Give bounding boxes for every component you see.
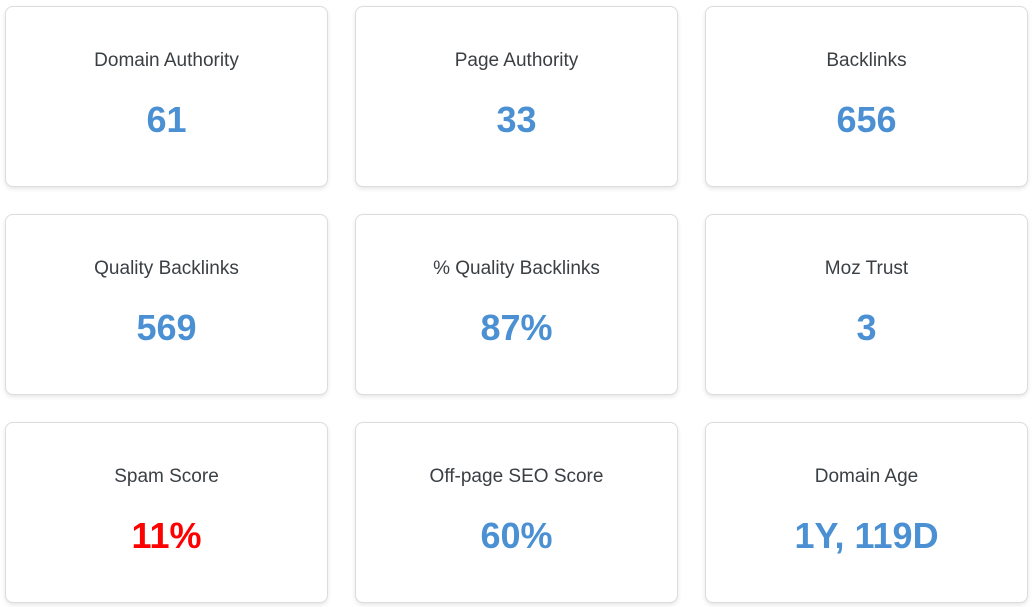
metric-label: Domain Age — [814, 466, 919, 487]
metric-value: 87% — [480, 307, 553, 348]
metric-label: Backlinks — [826, 50, 907, 71]
metric-label: Moz Trust — [824, 258, 909, 279]
metric-card-domain-authority: Domain Authority 61 — [5, 6, 328, 187]
metric-value: 569 — [136, 307, 197, 348]
metric-label: Quality Backlinks — [94, 258, 239, 279]
metric-card-domain-age: Domain Age 1Y, 119D — [705, 422, 1028, 603]
metric-card-off-page-seo-score: Off-page SEO Score 60% — [355, 422, 678, 603]
metric-card-backlinks: Backlinks 656 — [705, 6, 1028, 187]
metric-card-moz-trust: Moz Trust 3 — [705, 214, 1028, 395]
metric-value: 60% — [480, 515, 553, 556]
metric-card-spam-score: Spam Score 11% — [5, 422, 328, 603]
metric-value: 33 — [496, 99, 537, 140]
metric-value: 1Y, 119D — [794, 515, 939, 556]
metric-value: 656 — [836, 99, 897, 140]
metric-label: Spam Score — [114, 466, 219, 487]
metric-label: Page Authority — [454, 50, 579, 71]
metric-label: Domain Authority — [94, 50, 239, 71]
metric-label: Off-page SEO Score — [429, 466, 604, 487]
metric-label: % Quality Backlinks — [433, 258, 600, 279]
metric-value: 11% — [131, 515, 202, 556]
metric-value: 3 — [856, 307, 877, 348]
metric-card-percent-quality-backlinks: % Quality Backlinks 87% — [355, 214, 678, 395]
metric-card-quality-backlinks: Quality Backlinks 569 — [5, 214, 328, 395]
metrics-grid: Domain Authority 61 Page Authority 33 Ba… — [5, 6, 1028, 603]
metric-card-page-authority: Page Authority 33 — [355, 6, 678, 187]
metric-value: 61 — [146, 99, 187, 140]
